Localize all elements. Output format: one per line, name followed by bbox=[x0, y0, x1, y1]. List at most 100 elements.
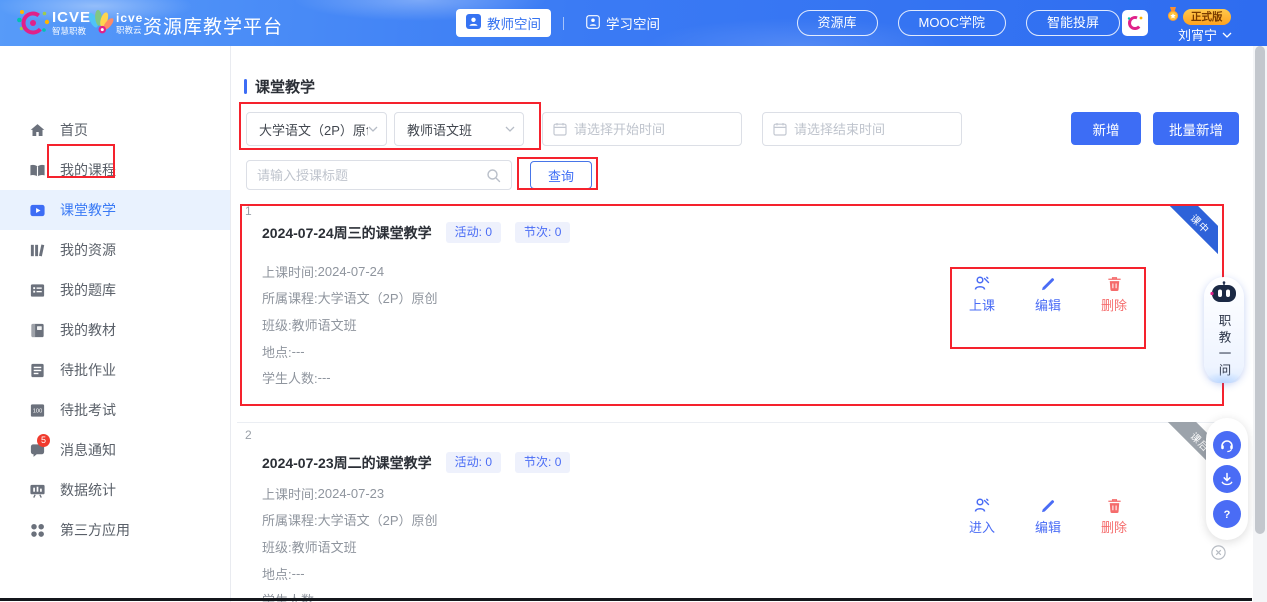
svg-text:?: ? bbox=[1224, 509, 1231, 521]
tab-teacher-space[interactable]: 教师空间 bbox=[456, 9, 551, 37]
pending-exam-icon: 100 bbox=[28, 401, 46, 419]
start-class-action[interactable]: 上课 bbox=[953, 274, 1011, 314]
scrollbar-thumb[interactable] bbox=[1255, 46, 1265, 534]
class-select[interactable]: 教师语文班 bbox=[394, 112, 524, 146]
edit-icon bbox=[1040, 496, 1057, 514]
edit-action[interactable]: 编辑 bbox=[1019, 496, 1077, 536]
session-badge: 节次0 bbox=[515, 222, 570, 243]
robot-icon bbox=[1209, 281, 1239, 312]
sidebar-item-pending-exams[interactable]: 100 待批考试 bbox=[0, 390, 230, 430]
card-status-ribbon: 课中 bbox=[1166, 204, 1218, 256]
floating-toolbar: ? bbox=[1206, 418, 1248, 540]
logo2-text: icve 职教云 bbox=[116, 12, 143, 35]
delete-action[interactable]: 删除 bbox=[1085, 274, 1143, 314]
delete-icon bbox=[1106, 274, 1123, 292]
start-date-input[interactable] bbox=[574, 122, 731, 137]
delete-action[interactable]: 删除 bbox=[1085, 496, 1143, 536]
question-bank-icon bbox=[28, 281, 46, 299]
home-icon bbox=[28, 121, 46, 139]
medal-icon bbox=[1165, 6, 1181, 27]
field-location: 地点--- bbox=[262, 338, 438, 365]
calendar-icon bbox=[553, 122, 567, 136]
action-label: 删除 bbox=[1101, 517, 1127, 536]
card-index: 1 bbox=[245, 204, 252, 218]
assistant-label: 职教一问 bbox=[1215, 314, 1234, 380]
sidebar-item-third-party-apps[interactable]: 第三方应用 bbox=[0, 510, 230, 550]
add-button[interactable]: 新增 bbox=[1071, 112, 1141, 145]
edit-icon bbox=[1040, 274, 1057, 292]
sidebar-item-my-courses[interactable]: 我的课程 bbox=[0, 150, 230, 190]
sidebar-item-classroom-teaching[interactable]: 课堂教学 bbox=[0, 190, 230, 230]
end-date-input[interactable] bbox=[794, 122, 951, 137]
tab-separator bbox=[563, 17, 564, 30]
field-class: 班级教师语文班 bbox=[262, 311, 438, 338]
batch-add-button[interactable]: 批量新增 bbox=[1153, 112, 1239, 145]
my-resources-icon bbox=[28, 241, 46, 259]
course-select[interactable]: 大学语文（2P）原创 bbox=[246, 112, 387, 146]
statistics-icon bbox=[28, 481, 46, 499]
chevron-down-icon bbox=[1222, 32, 1232, 38]
sidebar-item-label: 待批考试 bbox=[60, 400, 116, 420]
search-field[interactable] bbox=[246, 160, 512, 190]
sidebar-item-label: 待批作业 bbox=[60, 360, 116, 380]
class-select-value: 教师语文班 bbox=[407, 120, 505, 139]
section-title-text: 课堂教学 bbox=[255, 76, 315, 97]
start-date-field[interactable] bbox=[542, 112, 742, 146]
mooc-academy-link[interactable]: MOOC学院 bbox=[898, 10, 1006, 36]
search-input[interactable] bbox=[257, 168, 480, 183]
learning-space-icon bbox=[586, 15, 600, 32]
icve-mini-logo-icon[interactable] bbox=[1122, 10, 1148, 36]
activity-badge: 活动0 bbox=[446, 222, 501, 243]
sidebar-divider bbox=[230, 46, 231, 602]
sidebar-item-pending-homework[interactable]: 待批作业 bbox=[0, 350, 230, 390]
main-content: 课堂教学 大学语文（2P）原创 教师语文班 新增 批量新增 查询 1 bbox=[231, 46, 1253, 602]
action-label: 编辑 bbox=[1035, 517, 1061, 536]
svg-text:100: 100 bbox=[32, 408, 41, 414]
close-toolbar-icon[interactable] bbox=[1211, 545, 1226, 560]
scrollbar-track[interactable] bbox=[1253, 46, 1267, 602]
action-label: 删除 bbox=[1101, 295, 1127, 314]
download-icon[interactable] bbox=[1213, 465, 1241, 493]
card-title: 2024-07-24周三的课堂教学 bbox=[262, 223, 432, 243]
lesson-card-2: 2 2024-07-23周二的课堂教学 活动0 节次0 上课时间2024-07-… bbox=[231, 426, 1253, 602]
assistant-widget[interactable]: 职教一问 bbox=[1204, 277, 1244, 383]
sidebar-item-home[interactable]: 首页 bbox=[0, 110, 230, 150]
sidebar-item-label: 第三方应用 bbox=[60, 520, 130, 540]
query-button[interactable]: 查询 bbox=[530, 161, 592, 189]
sidebar-item-textbooks[interactable]: 我的教材 bbox=[0, 310, 230, 350]
chevron-down-icon bbox=[368, 126, 378, 132]
sidebar: 首页 我的课程 课堂教学 我的资源 我的题库 bbox=[0, 46, 230, 602]
start-class-icon bbox=[973, 274, 991, 292]
sidebar-item-question-bank[interactable]: 我的题库 bbox=[0, 270, 230, 310]
sidebar-item-my-resources[interactable]: 我的资源 bbox=[0, 230, 230, 270]
resource-library-link[interactable]: 资源库 bbox=[797, 10, 878, 36]
enter-class-action[interactable]: 进入 bbox=[953, 496, 1011, 536]
username: 刘宵宁 bbox=[1178, 25, 1217, 44]
version-badge: 正式版 bbox=[1183, 9, 1231, 25]
edit-action[interactable]: 编辑 bbox=[1019, 274, 1077, 314]
sidebar-item-label: 我的题库 bbox=[60, 280, 116, 300]
section-title: 课堂教学 bbox=[244, 76, 315, 97]
logo2-brand: icve bbox=[116, 12, 143, 24]
action-label: 进入 bbox=[969, 517, 995, 536]
ribbon-in-class: 课中 bbox=[1167, 204, 1218, 256]
pending-homework-icon bbox=[28, 361, 46, 379]
user-menu[interactable]: 刘宵宁 bbox=[1178, 25, 1232, 44]
tab-learning-space[interactable]: 学习空间 bbox=[576, 9, 670, 37]
smart-screen-link[interactable]: 智能投屏 bbox=[1026, 10, 1120, 36]
end-date-field[interactable] bbox=[762, 112, 962, 146]
icve-zhijiaoyun-logo-icon bbox=[84, 8, 114, 43]
classroom-teaching-icon bbox=[28, 201, 46, 219]
support-icon[interactable] bbox=[1213, 431, 1241, 459]
help-icon[interactable]: ? bbox=[1213, 500, 1241, 528]
sidebar-item-notifications[interactable]: 5 消息通知 bbox=[0, 430, 230, 470]
notification-icon: 5 bbox=[28, 441, 46, 459]
field-class: 班级教师语文班 bbox=[262, 533, 438, 560]
teacher-space-icon bbox=[466, 14, 481, 32]
logo2-sub: 职教云 bbox=[116, 26, 143, 35]
card-title-row: 2024-07-23周二的课堂教学 活动0 节次0 bbox=[262, 452, 570, 473]
sidebar-item-statistics[interactable]: 数据统计 bbox=[0, 470, 230, 510]
enter-class-icon bbox=[973, 496, 991, 514]
sidebar-item-label: 数据统计 bbox=[60, 480, 116, 500]
top-header: ICVE 智慧职教 icve 职教云 资源库教学平台 教师空间 bbox=[0, 0, 1267, 46]
